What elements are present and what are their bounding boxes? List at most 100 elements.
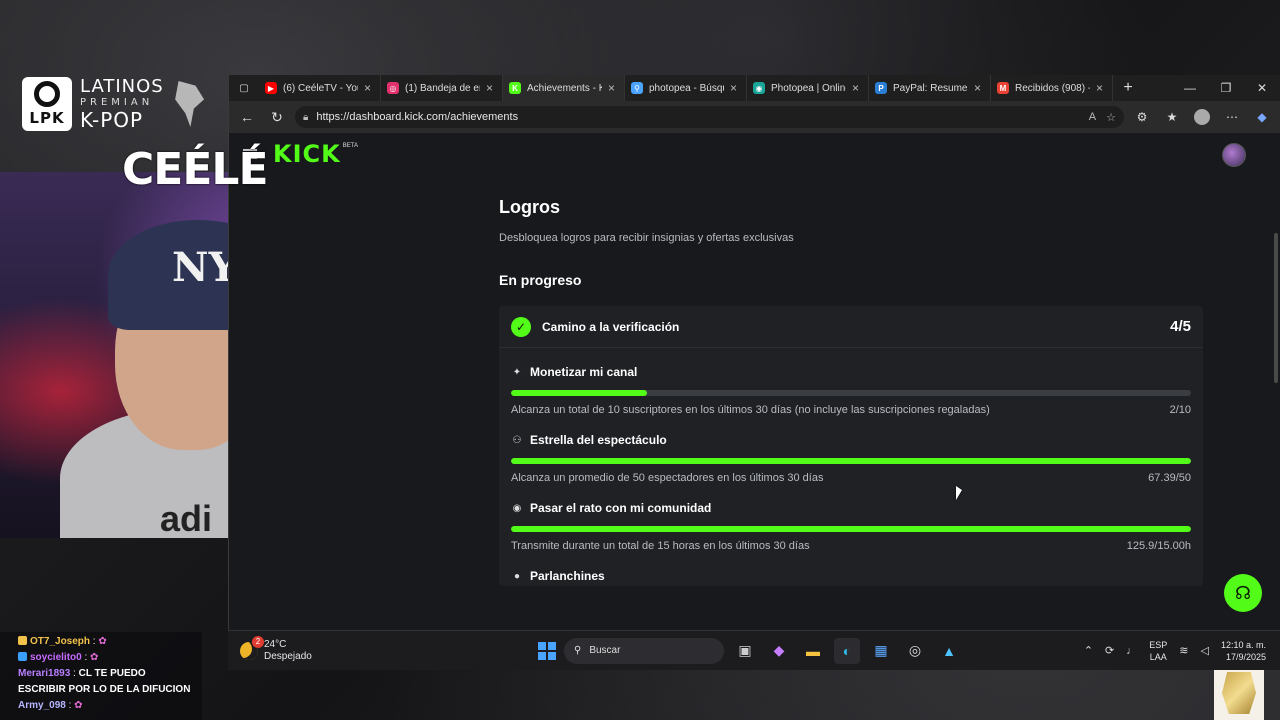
task-title: Monetizar mi canal (530, 365, 638, 379)
back-button[interactable]: ← (235, 105, 259, 129)
corner-emblem (1214, 666, 1264, 720)
progress-bar (511, 458, 1191, 464)
close-tab-icon[interactable]: × (486, 81, 496, 95)
read-aloud-icon[interactable]: A (1089, 111, 1096, 124)
emote-icon: ✿ (74, 700, 83, 711)
weather-widget[interactable]: 2 24°C Despejado (240, 635, 350, 663)
windows-taskbar: 2 24°C Despejado ⚲ Buscar ▣ ◆ ▬ ◐ ▦ ◎ ▲ … (228, 630, 1280, 670)
headset-icon: ☊ (1235, 582, 1251, 603)
clock[interactable]: 12:10 a. m. 17/9/2025 (1221, 639, 1266, 663)
file-explorer-icon[interactable]: ▬ (800, 638, 826, 664)
taskbar-search[interactable]: ⚲ Buscar (564, 637, 724, 664)
scrollbar[interactable] (1274, 233, 1278, 383)
progress-bar (511, 526, 1191, 532)
emote-icon: ✿ (90, 652, 99, 663)
url-actions: A ☆ (1089, 111, 1116, 124)
edge-icon[interactable]: ◐ (834, 637, 860, 664)
reload-button[interactable]: ↻ (265, 105, 289, 129)
photos-icon[interactable]: ▲ (936, 638, 962, 664)
task-title-row: ⚇ Estrella del espectáculo (511, 430, 1191, 450)
task-description: Transmite durante un total de 15 horas e… (511, 540, 810, 552)
language-indicator[interactable]: ESP LAA (1149, 639, 1167, 663)
task-view-icon[interactable]: ▣ (732, 638, 758, 664)
start-button[interactable] (538, 641, 556, 660)
obs-icon[interactable]: ◎ (902, 638, 928, 664)
chat-message: OT7_Joseph : ✿ (18, 634, 196, 650)
task-title-row: ✦ Monetizar mi canal (511, 362, 1191, 382)
url-text: https://dashboard.kick.com/achievements (316, 111, 519, 123)
browser-tab[interactable]: ◉ Photopea | Online × (747, 75, 869, 101)
task-title: Pasar el rato con mi comunidad (530, 501, 712, 515)
favorite-star-icon[interactable]: ☆ (1106, 111, 1116, 124)
chevron-up-icon[interactable]: ⌃ (1084, 644, 1093, 657)
task-title-row: ● Parlanchines (511, 566, 1191, 586)
copilot-icon[interactable]: ◆ (1250, 105, 1274, 129)
lock-icon: 🔒︎ (303, 111, 309, 123)
close-tab-icon[interactable]: × (1096, 81, 1106, 95)
instagram-icon: ◎ (387, 82, 399, 94)
achievement-task: ◉ Pasar el rato con mi comunidad Transmite… (499, 498, 1203, 552)
close-tab-icon[interactable]: × (974, 81, 984, 95)
paypal-icon: P (875, 82, 887, 94)
close-tab-icon[interactable]: × (608, 81, 618, 95)
chat-separator: : (81, 652, 91, 663)
browser-tab[interactable]: ▶ (6) CeéleTV - YouTube × (259, 75, 381, 101)
mouse-cursor (956, 486, 962, 500)
close-window-button[interactable]: ✕ (1244, 75, 1280, 101)
lpk-line1: LATINOS (80, 76, 164, 97)
verified-check-icon: ✓ (511, 316, 531, 337)
wifi-icon[interactable]: ≋ (1179, 644, 1188, 657)
browser-tab[interactable]: M Recibidos (908) - g × (991, 75, 1113, 101)
achievement-count: 4/5 (1170, 318, 1191, 335)
chat-message: Merari1893 : CL TE PUEDO ESCRIBIR POR LO… (18, 666, 196, 698)
kick-icon: K (509, 82, 521, 94)
weather-desc: Despejado (264, 650, 312, 662)
browser-tab[interactable]: K Achievements - Kick × (503, 75, 625, 101)
kick-logo[interactable]: KICK (273, 140, 341, 168)
stream-chat: OT7_Joseph : ✿ soycielito0 : ✿ Merari1893 … (0, 632, 202, 720)
more-menu-icon[interactable]: ⋯ (1220, 105, 1244, 129)
moon-icon: 2 (240, 635, 264, 660)
tab-title: Recibidos (908) - g (1015, 82, 1090, 94)
lpk-wordmark: LATINOS PREMIAN K-POP (80, 76, 164, 131)
lpk-badge: LPK (22, 77, 72, 131)
favorites-icon[interactable]: ★ (1160, 105, 1184, 129)
taskbar-center: ⚲ Buscar ▣ ◆ ▬ ◐ ▦ ◎ ▲ (538, 637, 962, 664)
task-title: Parlanchines (530, 569, 605, 583)
broadcast-icon: ◉ (512, 502, 522, 514)
store-icon[interactable]: ▦ (868, 638, 894, 664)
chat-bubble-icon: ● (513, 570, 521, 582)
copilot-app-icon[interactable]: ◆ (766, 638, 792, 664)
close-tab-icon[interactable]: × (852, 81, 862, 95)
volume-icon[interactable]: ◁ (1201, 644, 1209, 657)
browser-tab[interactable]: ⚲ photopea - Búsqueda × (625, 75, 747, 101)
progress-bar-fill (511, 390, 647, 396)
tab-actions-button[interactable]: ▢ (229, 83, 259, 94)
close-tab-icon[interactable]: × (364, 81, 374, 95)
restore-button[interactable]: ❐ (1208, 75, 1244, 101)
tab-title: photopea - Búsqueda (649, 82, 724, 94)
new-tab-button[interactable]: + (1113, 79, 1143, 97)
help-chat-button[interactable]: ☊ (1224, 574, 1262, 612)
minimize-button[interactable]: — (1172, 75, 1208, 101)
achievement-task: ● Parlanchines (499, 566, 1203, 586)
search-icon: ⚲ (574, 645, 582, 656)
user-avatar[interactable] (1222, 143, 1246, 167)
youtube-icon: ▶ (265, 82, 277, 94)
microphone-icon[interactable]: ♩ (1126, 645, 1137, 657)
section-title-in-progress: En progreso (499, 272, 582, 288)
chat-message: soycielito0 : ✿ (18, 650, 196, 666)
profile-button[interactable] (1190, 105, 1214, 129)
sync-icon[interactable]: ⟳ (1105, 644, 1114, 657)
sparkle-icon: ✦ (512, 366, 522, 378)
tab-title: (1) Bandeja de entrada (405, 82, 480, 94)
extensions-icon[interactable]: ⚙ (1130, 105, 1154, 129)
close-tab-icon[interactable]: × (730, 81, 740, 95)
weather-temp: 24°C (264, 638, 287, 650)
browser-window: ▢ ▶ (6) CeéleTV - YouTube × ◎ (1) Bandeja de… (228, 75, 1280, 630)
achievement-card-header[interactable]: ✓ Camino a la verificación 4/5 (499, 306, 1203, 348)
browser-tab[interactable]: P PayPal: Resumen × (869, 75, 991, 101)
url-field[interactable]: 🔒︎ https://dashboard.kick.com/achievemen… (295, 106, 1124, 128)
task-description: Alcanza un promedio de 50 espectadores e… (511, 472, 824, 484)
browser-tab[interactable]: ◎ (1) Bandeja de entrada × (381, 75, 503, 101)
